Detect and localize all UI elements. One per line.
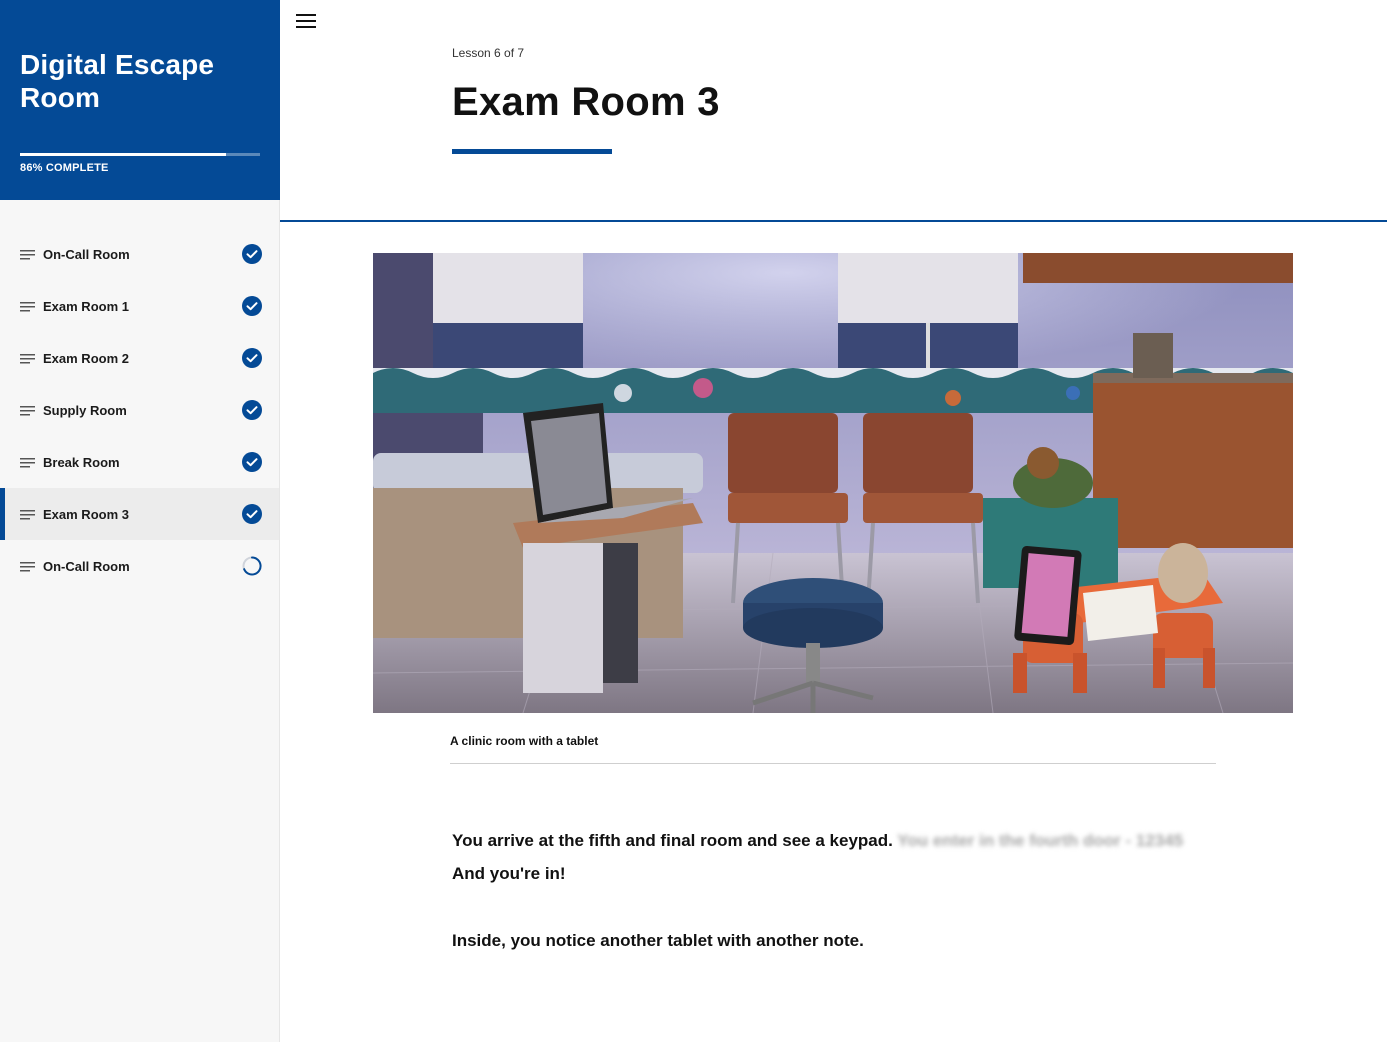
paragraph-tablet: Inside, you notice another tablet with a…: [452, 931, 864, 950]
lesson-label: On-Call Room: [43, 246, 130, 262]
lesson-lines-icon: [20, 456, 35, 468]
title-underline: [452, 149, 612, 154]
sidebar-lesson-item[interactable]: Exam Room 1: [0, 280, 279, 332]
lesson-title: Exam Room 3: [452, 80, 720, 124]
lesson-lines-icon: [20, 300, 35, 312]
lesson-counter: Lesson 6 of 7: [452, 46, 525, 60]
course-sidebar: Digital Escape Room 86% COMPLETE On-Call…: [0, 0, 280, 1042]
lesson-lines-icon: [20, 352, 35, 364]
course-title: Digital Escape Room: [20, 49, 215, 113]
header-divider: [280, 220, 1387, 222]
lesson-list: On-Call Room Exam Room 1 Exam Room 2 Supply…: [0, 228, 279, 592]
image-caption: A clinic room with a tablet: [450, 734, 599, 748]
clinic-room-image: [373, 253, 1293, 713]
lesson-lines-icon: [20, 404, 35, 416]
lesson-label: Break Room: [43, 454, 120, 470]
paragraph-keypad-text: You arrive at the fifth and final room a…: [452, 831, 893, 850]
lesson-label: Exam Room 3: [43, 506, 129, 522]
paragraph-keypad-end: And you're in!: [452, 864, 566, 883]
hamburger-menu-icon[interactable]: [296, 12, 316, 30]
paragraph-keypad: You arrive at the fifth and final room a…: [452, 824, 1232, 890]
course-progress-label: 86% COMPLETE: [20, 162, 109, 174]
sidebar-lesson-item[interactable]: On-Call Room: [0, 228, 279, 280]
sidebar-lesson-item[interactable]: Exam Room 2: [0, 332, 279, 384]
course-progress-fill: [20, 153, 227, 156]
redacted-text: You enter in the fourth door - 12345: [897, 831, 1184, 850]
check-circle-icon: [242, 296, 262, 316]
course-header: Digital Escape Room 86% COMPLETE: [0, 0, 280, 200]
sidebar-lesson-item[interactable]: Supply Room: [0, 384, 279, 436]
lesson-label: Supply Room: [43, 402, 127, 418]
lesson-lines-icon: [20, 248, 35, 260]
check-circle-icon: [242, 244, 262, 264]
lesson-label: Exam Room 1: [43, 298, 129, 314]
check-circle-icon: [242, 504, 262, 524]
caption-divider: [450, 763, 1216, 764]
progress-ring-icon: [242, 556, 262, 576]
course-progress-bar: [20, 153, 260, 156]
sidebar-lesson-item[interactable]: Exam Room 3: [0, 488, 279, 540]
check-circle-icon: [242, 400, 262, 420]
lesson-lines-icon: [20, 508, 35, 520]
lesson-content: Lesson 6 of 7 Exam Room 3 A clinic room …: [280, 0, 1387, 1042]
lesson-label: Exam Room 2: [43, 350, 129, 366]
check-circle-icon: [242, 452, 262, 472]
check-circle-icon: [242, 348, 262, 368]
lesson-label: On-Call Room: [43, 558, 130, 574]
sidebar-lesson-item[interactable]: Break Room: [0, 436, 279, 488]
sidebar-lesson-item[interactable]: On-Call Room: [0, 540, 279, 592]
lesson-lines-icon: [20, 560, 35, 572]
